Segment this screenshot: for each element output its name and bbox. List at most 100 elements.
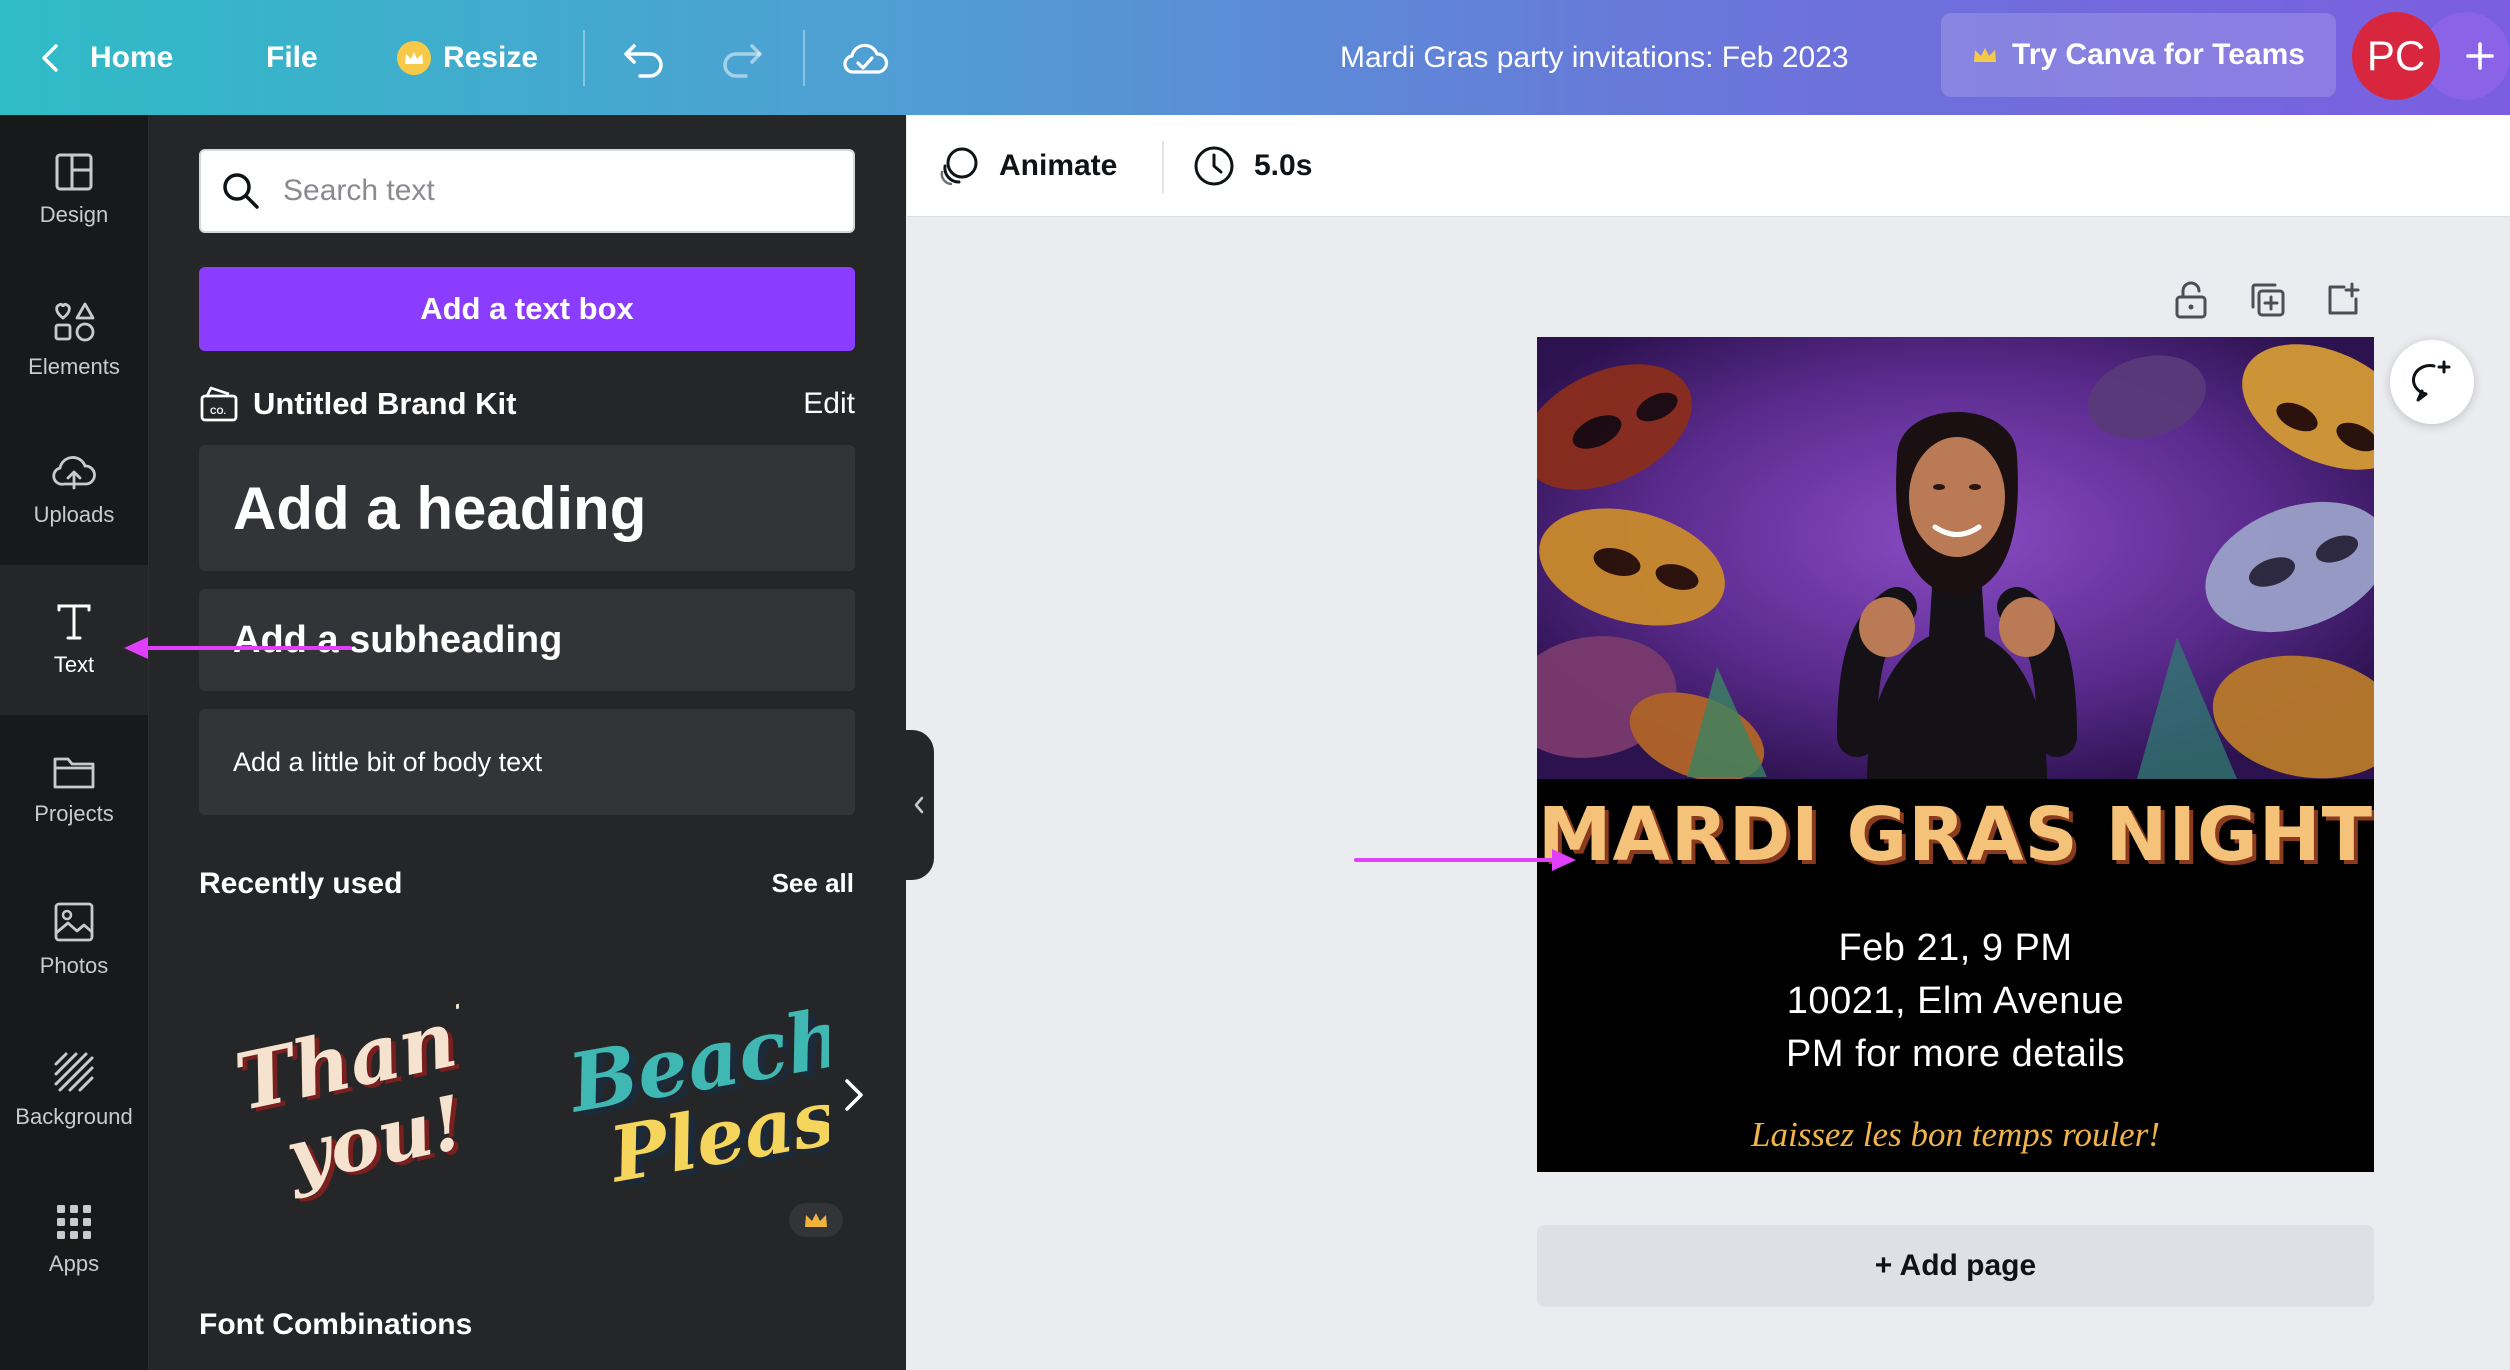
thank-you-graphic: Thank Thank you! you!: [228, 982, 522, 1204]
brand-kit-name: Untitled Brand Kit: [253, 386, 517, 421]
file-label: File: [266, 40, 318, 74]
add-comment-button[interactable]: [2390, 340, 2474, 424]
try-teams-label: Try Canva for Teams: [2012, 38, 2305, 71]
rail-label: Design: [39, 202, 109, 227]
top-bar: Home File Resize Mardi Gras party invita…: [0, 0, 2510, 115]
rail-label: Photos: [39, 953, 109, 978]
grid-icon: [57, 1205, 91, 1239]
mardi-gras-photo-graphic: [1537, 337, 2374, 779]
add-page-button-icon[interactable]: [2321, 278, 2365, 322]
design-date-text[interactable]: Feb 21, 9 PM: [1537, 927, 2374, 970]
clock-icon: [1194, 146, 1234, 186]
design-title-text[interactable]: MARDI GRAS NIGHT: [1537, 792, 2374, 878]
crown-icon: [1974, 48, 1997, 62]
animate-label: Animate: [999, 149, 1118, 182]
redo-icon: [723, 43, 762, 78]
crown-icon: [805, 1213, 827, 1227]
resize-label: Resize: [443, 40, 539, 74]
rail-label: Text: [53, 652, 95, 677]
design-details-text[interactable]: PM for more details: [1537, 1033, 2374, 1076]
annotation-arrow-text: [124, 637, 352, 659]
rail-item-design[interactable]: Design: [0, 115, 148, 265]
cloud-check-icon: [843, 43, 889, 74]
design-address-text[interactable]: 10021, Elm Avenue: [1537, 980, 2374, 1023]
divider: [1162, 141, 1164, 193]
image-icon: [54, 902, 94, 942]
brand-kit-edit-link[interactable]: Edit: [803, 387, 855, 421]
text-panel: Add a text box CO. Untitled Brand Kit Ed…: [148, 115, 906, 1370]
unlock-icon: [2175, 281, 2207, 319]
design-page[interactable]: MARDI GRAS NIGHT Feb 21, 9 PM 10021, Elm…: [1537, 337, 2374, 1172]
redo-button[interactable]: [720, 0, 764, 115]
divider: [583, 30, 585, 86]
plus-icon: [2466, 42, 2494, 70]
resize-button[interactable]: Resize: [397, 0, 538, 115]
rail-item-apps[interactable]: Apps: [0, 1165, 148, 1315]
search-icon: [223, 173, 259, 209]
annotation-arrow-title: [1354, 849, 1576, 871]
try-teams-button[interactable]: Try Canva for Teams: [1941, 13, 2336, 97]
see-all-link[interactable]: See all: [772, 868, 854, 899]
duplicate-icon: [2251, 283, 2285, 317]
search-box[interactable]: [199, 149, 855, 233]
cloud-upload-icon: [52, 456, 96, 490]
design-tagline-text[interactable]: Laissez les bon temps rouler!: [1537, 1115, 2374, 1155]
add-heading-card[interactable]: Add a heading: [199, 445, 855, 571]
collapse-panel-button[interactable]: [904, 730, 934, 880]
rail-label: Uploads: [33, 502, 115, 527]
font-combinations-heading: Font Combinations: [199, 1308, 473, 1341]
add-body-text-card[interactable]: Add a little bit of body text: [199, 709, 855, 815]
duration-label: 5.0s: [1254, 149, 1313, 182]
duplicate-page-button[interactable]: [2246, 278, 2290, 322]
rail-label: Elements: [28, 354, 120, 379]
shapes-icon: [54, 302, 95, 342]
duration-button[interactable]: 5.0s: [1192, 115, 1312, 217]
beach-please-graphic: Beach Beach Please Please: [560, 990, 896, 1205]
user-avatar[interactable]: PC: [2352, 12, 2440, 100]
rail-item-projects[interactable]: Projects: [0, 715, 148, 865]
rail-item-uploads[interactable]: Uploads: [0, 415, 148, 565]
recently-used-heading: Recently used: [199, 867, 403, 900]
save-status-button[interactable]: [840, 0, 890, 115]
animate-icon: [940, 147, 978, 186]
brand-kit-icon: CO.: [200, 386, 238, 422]
layout-icon: [55, 153, 93, 191]
party-photo[interactable]: [1537, 337, 2374, 779]
rail-label: Projects: [34, 801, 114, 826]
carousel-next-button[interactable]: [829, 1065, 879, 1125]
beach-please-sticker[interactable]: Beach Beach Please Please: [559, 985, 896, 1215]
lock-page-button[interactable]: [2169, 278, 2213, 322]
undo-icon: [624, 43, 663, 78]
pattern-icon: [54, 1052, 94, 1092]
home-label: Home: [90, 40, 174, 74]
document-title-text: Mardi Gras party invitations: Feb 2023: [1340, 40, 1849, 74]
brand-kit-row: CO. Untitled Brand Kit Edit: [199, 379, 855, 429]
comment-add-icon: [2412, 360, 2451, 402]
undo-button[interactable]: [622, 0, 666, 115]
rail-item-background[interactable]: Background: [0, 1015, 148, 1165]
chevron-left-icon: [42, 43, 58, 72]
add-page-button[interactable]: + Add page: [1537, 1225, 2374, 1307]
crown-icon: [397, 40, 431, 75]
animate-button[interactable]: Animate: [937, 115, 1117, 217]
document-title[interactable]: Mardi Gras party invitations: Feb 2023: [1340, 0, 1849, 115]
rail-item-elements[interactable]: Elements: [0, 265, 148, 415]
file-menu[interactable]: File: [266, 0, 318, 115]
divider: [803, 30, 805, 86]
thank-you-sticker[interactable]: Thank Thank you! you!: [228, 975, 522, 1225]
editor-toolbar: Animate 5.0s: [907, 115, 2510, 217]
rail-item-photos[interactable]: Photos: [0, 865, 148, 1015]
left-rail: Design Elements Uploads Text Projects Ph…: [0, 115, 148, 1370]
chevron-right-icon: [845, 1079, 863, 1111]
text-icon: [57, 604, 91, 640]
add-page-icon: [2328, 282, 2360, 315]
folder-icon: [53, 757, 95, 789]
rail-label: Apps: [48, 1251, 100, 1276]
home-button[interactable]: Home: [38, 0, 173, 115]
rail-label: Background: [15, 1104, 133, 1129]
premium-badge: [789, 1203, 843, 1237]
svg-text:CO.: CO.: [210, 406, 226, 416]
add-text-box-button[interactable]: Add a text box: [199, 267, 855, 351]
chevron-left-icon: [914, 796, 924, 814]
search-input[interactable]: [283, 174, 803, 208]
